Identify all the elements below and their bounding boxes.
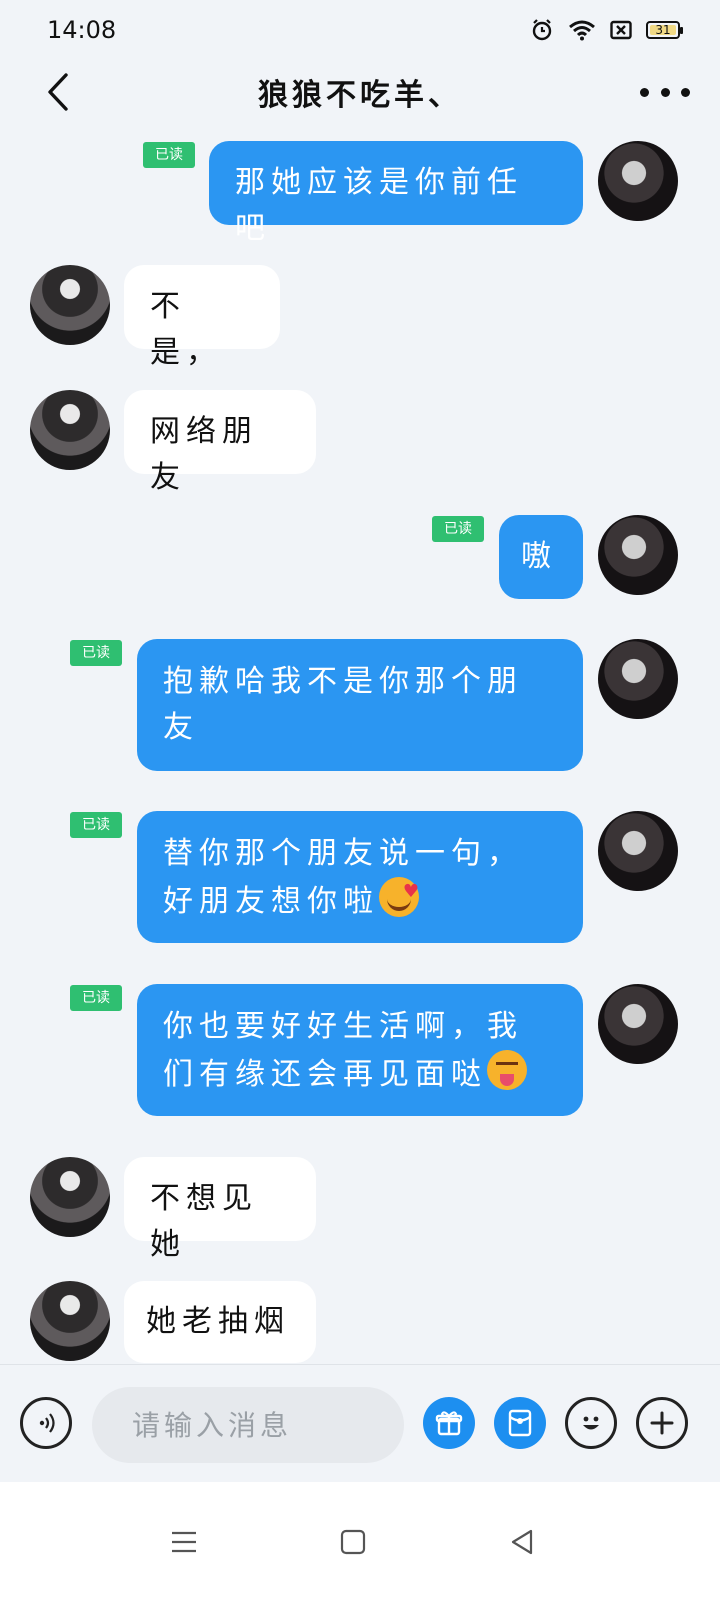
contact-avatar[interactable] — [30, 1157, 110, 1237]
voice-input-button[interactable] — [20, 1397, 72, 1449]
message-text-line: 替你那个朋友说一句， — [163, 836, 523, 871]
battery-level: 31 — [655, 23, 671, 37]
contact-avatar[interactable] — [30, 265, 110, 345]
message-text-line: 们有缘还会再见面哒 — [163, 1057, 487, 1092]
message-text: 不想见她 — [150, 1181, 258, 1262]
more-actions-button[interactable] — [636, 1397, 688, 1449]
status-bar: 14:08 31 — [0, 0, 720, 62]
red-packet-button[interactable] — [494, 1397, 546, 1449]
more-dot-icon — [660, 87, 670, 97]
my-avatar[interactable] — [598, 141, 678, 221]
message-text: 网络朋友 — [150, 414, 258, 495]
message-bubble[interactable]: 不想见她 — [124, 1157, 316, 1262]
red-packet-icon — [508, 1409, 532, 1437]
my-avatar[interactable] — [598, 515, 678, 595]
chat-header: 狼狼不吃羊、 — [0, 62, 720, 122]
sim-off-icon — [610, 20, 632, 40]
message-text: 那她应该是你前任吧 — [235, 165, 523, 246]
message-text: 嗷 — [521, 539, 557, 574]
more-dot-icon — [681, 87, 690, 97]
smiling-face-with-hearts-icon — [379, 869, 425, 917]
menu-icon — [172, 1531, 196, 1553]
menu-nav-button[interactable] — [164, 1522, 204, 1562]
composer-bar — [0, 1364, 720, 1483]
system-navigation-bar — [0, 1482, 720, 1600]
message-bubble[interactable]: 你也要好好生活啊，我 们有缘还会再见面哒 — [137, 984, 583, 1116]
squinting-face-with-tongue-icon — [487, 1050, 527, 1090]
chat-title: 狼狼不吃羊、 — [258, 78, 462, 113]
message-bubble[interactable]: 她老抽烟 — [124, 1281, 316, 1363]
message-text-line: 好朋友想你啦 — [163, 884, 379, 919]
status-icons: 31 — [530, 18, 683, 42]
gift-icon — [435, 1411, 463, 1436]
back-nav-button[interactable] — [502, 1522, 542, 1562]
message-bubble[interactable]: 嗷 — [499, 515, 583, 599]
my-avatar[interactable] — [598, 984, 678, 1064]
back-triangle-icon — [511, 1529, 533, 1555]
more-options-button[interactable] — [640, 78, 690, 106]
gift-button[interactable] — [423, 1397, 475, 1449]
more-dot-icon — [640, 87, 649, 97]
message-text: 她老抽烟 — [146, 1304, 290, 1339]
status-time: 14:08 — [47, 16, 117, 44]
alarm-icon — [532, 19, 552, 41]
read-badge: 已读 — [70, 640, 122, 666]
message-bubble[interactable]: 抱歉哈我不是你那个朋 友 — [137, 639, 583, 771]
home-square-icon — [340, 1529, 366, 1555]
message-text-line: 抱歉哈我不是你那个朋 — [163, 664, 523, 699]
read-badge: 已读 — [70, 985, 122, 1011]
message-bubble[interactable]: 替你那个朋友说一句， 好朋友想你啦 — [137, 811, 583, 943]
message-input[interactable] — [92, 1387, 404, 1463]
contact-avatar[interactable] — [30, 390, 110, 470]
message-bubble[interactable]: 那她应该是你前任吧 — [209, 141, 583, 246]
read-badge: 已读 — [432, 516, 484, 542]
message-text-line: 友 — [163, 710, 199, 745]
contact-avatar[interactable] — [30, 1281, 110, 1361]
read-badge: 已读 — [70, 812, 122, 838]
message-text: 不是， — [150, 289, 222, 370]
message-bubble[interactable]: 网络朋友 — [124, 390, 316, 495]
battery-icon: 31 — [646, 21, 683, 39]
emoji-button[interactable] — [565, 1397, 617, 1449]
my-avatar[interactable] — [598, 639, 678, 719]
home-nav-button[interactable] — [333, 1522, 373, 1562]
my-avatar[interactable] — [598, 811, 678, 891]
message-text-line: 你也要好好生活啊，我 — [163, 1009, 523, 1044]
plus-icon — [650, 1411, 674, 1435]
voice-icon — [39, 1413, 55, 1433]
message-bubble[interactable]: 不是， — [124, 265, 280, 370]
read-badge: 已读 — [143, 142, 195, 168]
smiley-icon — [583, 1416, 599, 1430]
wifi-icon — [569, 20, 595, 41]
